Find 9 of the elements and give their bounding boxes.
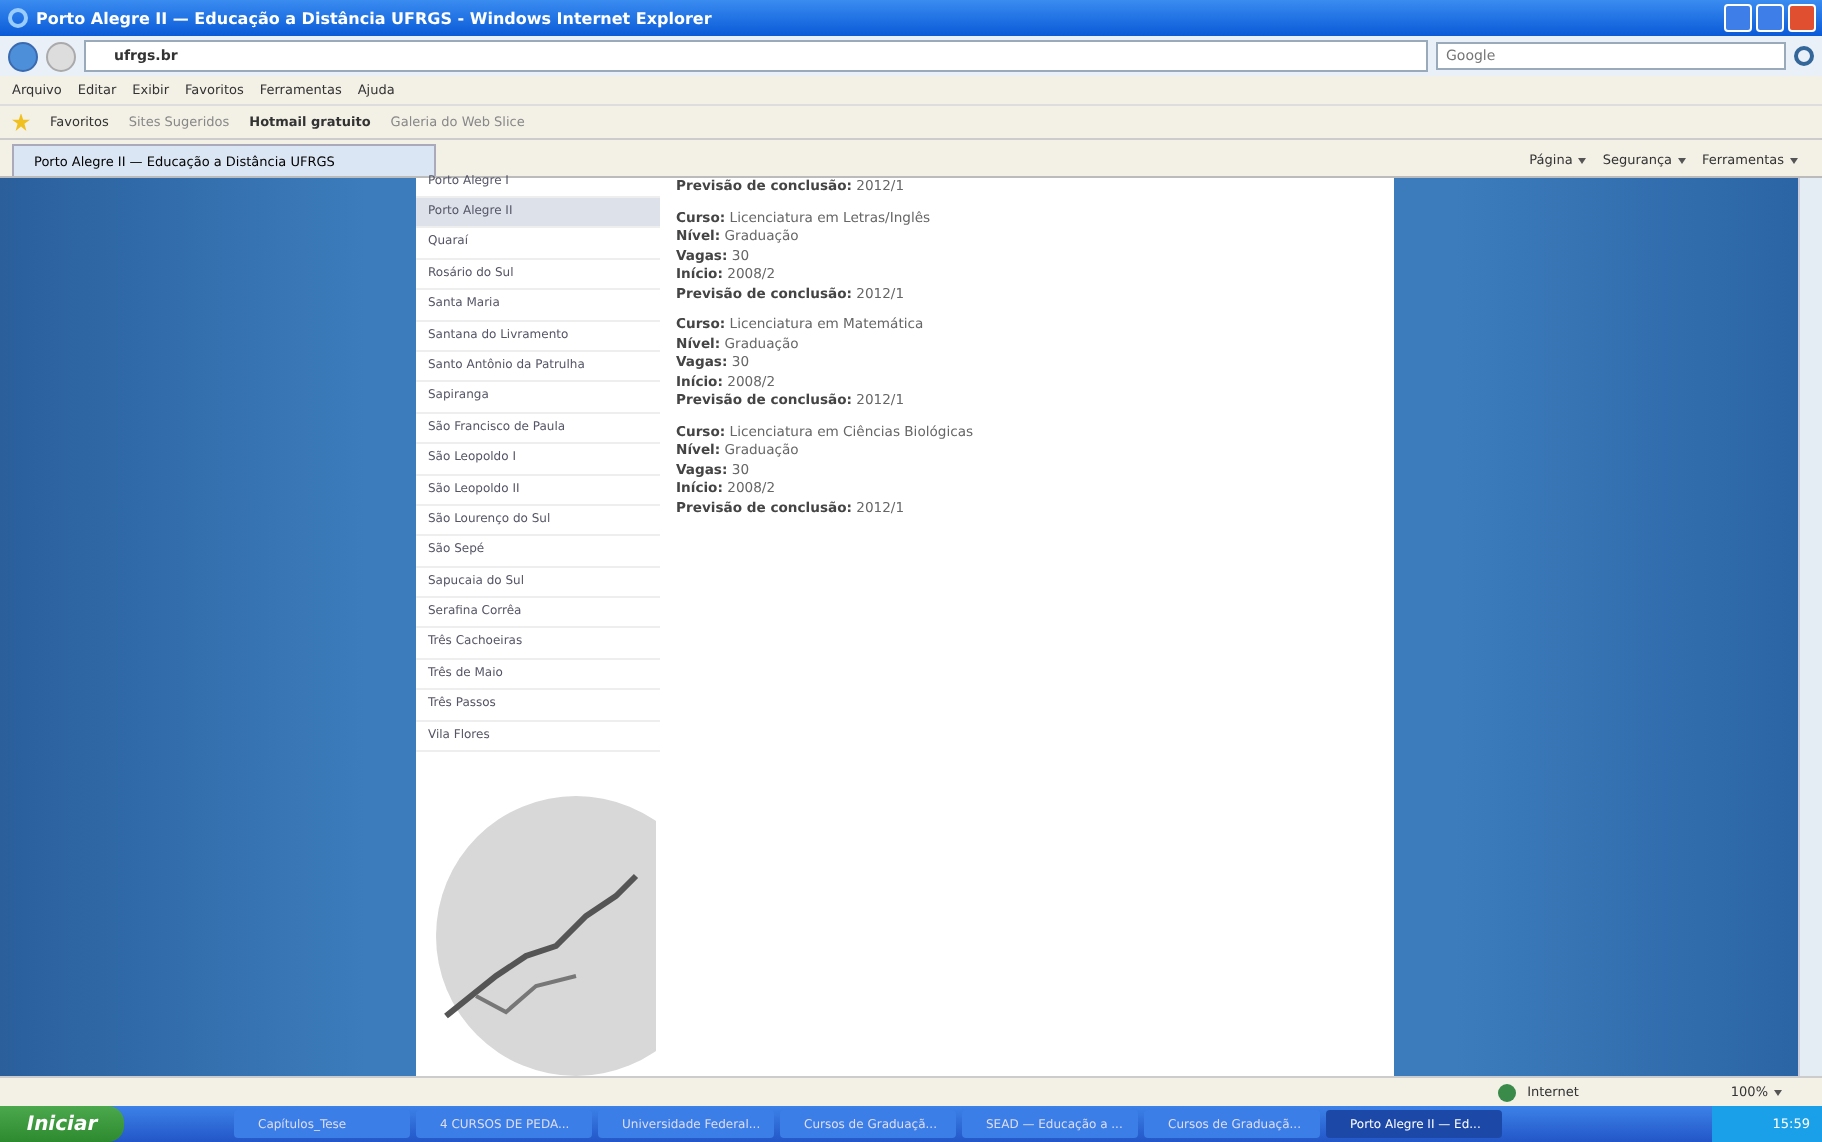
close-button[interactable] [1788, 4, 1816, 32]
browser-icon [8, 8, 28, 28]
window-title: Porto Alegre II — Educação a Distância UFRGS - Windows Internet Explorer [36, 9, 714, 27]
maximize-button[interactable] [1756, 4, 1784, 32]
start-button[interactable]: Iniciar [0, 1106, 124, 1142]
back-button[interactable] [8, 41, 38, 71]
minimize-button[interactable] [1724, 4, 1752, 32]
scrollbar[interactable] [1798, 178, 1822, 1076]
forward-button[interactable] [46, 41, 76, 71]
